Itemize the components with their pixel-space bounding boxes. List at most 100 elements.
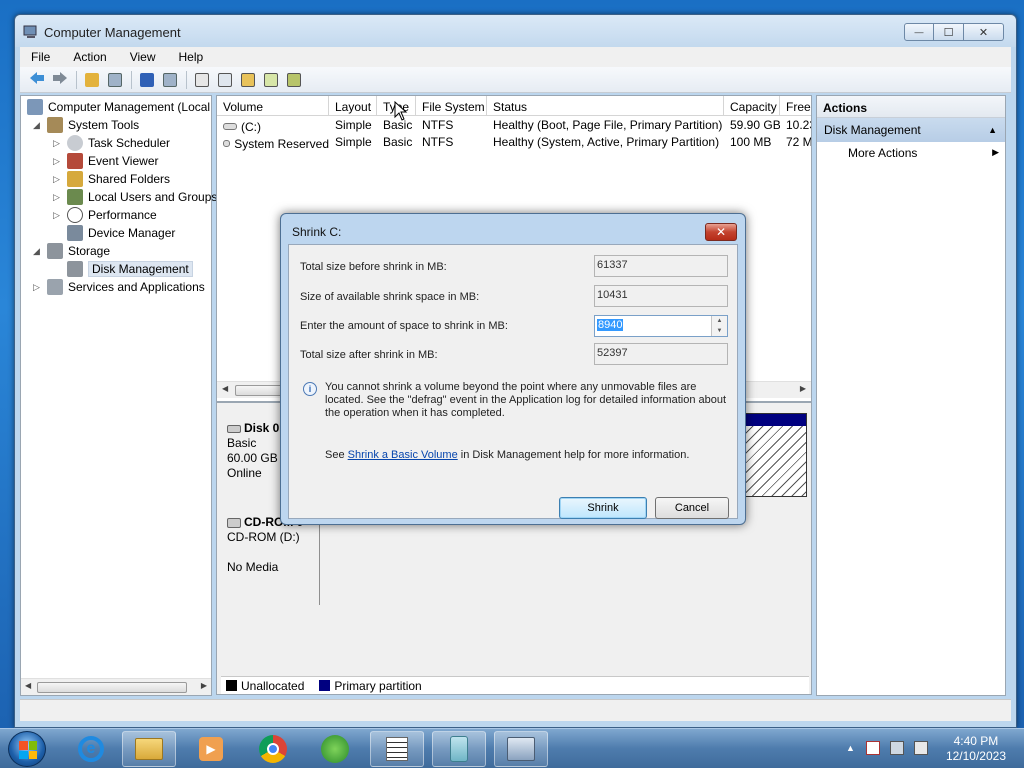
tree-local-users[interactable]: ▷ Local Users and Groups [53,188,217,206]
volume-muted-icon[interactable] [914,741,928,755]
scroll-thumb[interactable] [37,682,187,693]
help-button[interactable] [136,70,158,90]
forward-button[interactable] [49,70,71,90]
shrink-amount-value[interactable]: 8940 [597,319,624,331]
tree-root[interactable]: Computer Management (Local [27,98,210,116]
minimize-button[interactable]: — [904,23,934,41]
taskbar-chrome[interactable] [246,731,300,767]
taskbar-task-list[interactable] [370,731,424,767]
tree-label: Local Users and Groups [88,190,218,204]
tree-storage[interactable]: ◢ Storage [33,242,110,260]
title-bar: Computer Management — ☐ ✕ [15,15,1016,47]
action-pane-button[interactable] [159,70,181,90]
chrome-icon [259,735,287,763]
clock[interactable]: 4:40 PM 12/10/2023 [946,734,1006,764]
menu-file[interactable]: File [20,50,62,64]
tree-label: Computer Management (Local [48,100,211,114]
tree-shared-folders[interactable]: ▷ Shared Folders [53,170,170,188]
drive-icon [223,140,231,147]
collapse-caret-icon[interactable]: ▲ [988,125,997,135]
menu-help[interactable]: Help [168,50,216,64]
folder-up-icon [85,72,99,87]
table-row[interactable]: (C:) Simple Basic NTFS Healthy (Boot, Pa… [217,118,811,135]
properties-button[interactable] [214,70,236,90]
drive-icon [223,123,237,130]
shrink-button[interactable]: Shrink [559,497,647,519]
tree-label: Services and Applications [68,280,205,294]
back-button[interactable] [26,70,48,90]
tree-performance[interactable]: ▷ Performance [53,206,157,224]
dialog-title: Shrink C: [292,225,342,239]
refresh-icon [195,72,209,87]
cell-file-system: NTFS [422,135,454,149]
event-viewer-icon [67,153,83,169]
tree-horizontal-scrollbar[interactable]: ◀ ▶ [21,678,211,695]
taskbar-file-explorer[interactable] [122,731,176,767]
users-icon [67,189,83,205]
tree-device-manager[interactable]: Device Manager [67,224,175,242]
tree-system-tools[interactable]: ◢ System Tools [33,116,139,134]
refresh-button[interactable] [191,70,213,90]
col-volume[interactable]: Volume [217,96,329,116]
search-button[interactable] [260,70,282,90]
more-actions-item[interactable]: More Actions ▶ [817,142,1005,164]
scroll-right-icon[interactable]: ▶ [201,681,207,690]
expand-arrow-icon[interactable]: ▷ [53,156,63,167]
cell-type: Basic [383,135,413,149]
settings-button[interactable] [283,70,305,90]
taskbar-media-player[interactable]: ▶ [184,731,238,767]
taskbar-computer-management[interactable] [494,731,548,767]
collapse-arrow-icon[interactable]: ◢ [33,120,43,131]
open-button[interactable] [237,70,259,90]
dialog-close-button[interactable]: ✕ [705,223,737,241]
col-free[interactable]: Free [780,96,811,116]
taskbar-download-manager[interactable] [308,731,362,767]
label-available-shrink: Size of available shrink space in MB: [300,291,480,303]
menu-action[interactable]: Action [62,50,118,64]
help-link[interactable]: Shrink a Basic Volume [348,449,458,461]
tree-event-viewer[interactable]: ▷ Event Viewer [53,152,158,170]
expand-arrow-icon[interactable]: ▷ [53,174,63,185]
col-file-system[interactable]: File System [416,96,487,116]
show-hide-tree-button[interactable] [104,70,126,90]
close-button[interactable]: ✕ [964,23,1004,41]
partition-block[interactable] [745,413,807,497]
menu-view[interactable]: View [119,50,168,64]
tree-disk-management[interactable]: Disk Management [67,260,193,278]
maximize-button[interactable]: ☐ [934,23,964,41]
col-status[interactable]: Status [487,96,724,116]
expand-arrow-icon[interactable]: ▷ [53,192,63,203]
info-icon: i [303,382,317,396]
network-icon[interactable] [890,741,904,755]
col-capacity[interactable]: Capacity [724,96,780,116]
show-hidden-icons-icon[interactable]: ▲ [846,743,855,753]
scroll-left-icon[interactable]: ◀ [222,384,228,393]
table-row[interactable]: System Reserved Simple Basic NTFS Health… [217,135,811,152]
scroll-right-icon[interactable]: ▶ [800,384,806,393]
console-tree: Computer Management (Local ◢ System Tool… [20,95,217,696]
actions-pane: Actions Disk Management ▲ More Actions ▶ [816,95,1006,696]
cancel-button[interactable]: Cancel [655,497,729,519]
scroll-left-icon[interactable]: ◀ [25,681,31,690]
up-level-button[interactable] [81,70,103,90]
taskbar: e ▶ ▲ 4:40 PM 12/10/2023 [0,728,1024,768]
expand-arrow-icon[interactable]: ▷ [33,282,43,293]
shrink-dialog: Shrink C: ✕ Total size before shrink in … [280,213,746,525]
shrink-amount-input[interactable]: 8940 ▲ ▼ [594,315,728,337]
col-layout[interactable]: Layout [329,96,377,116]
tree-services-apps[interactable]: ▷ Services and Applications [33,278,205,296]
collapse-arrow-icon[interactable]: ◢ [33,246,43,257]
action-center-flag-icon[interactable] [866,741,880,755]
actions-section-disk-management[interactable]: Disk Management ▲ [817,118,1005,142]
tree-task-scheduler[interactable]: ▷ Task Scheduler [53,134,170,152]
submenu-arrow-icon: ▶ [992,147,999,157]
more-actions-label: More Actions [848,146,918,160]
taskbar-internet-explorer[interactable]: e [64,731,118,767]
expand-arrow-icon[interactable]: ▷ [53,138,63,149]
expand-arrow-icon[interactable]: ▷ [53,210,63,221]
spin-down-icon[interactable]: ▼ [712,326,727,336]
start-button[interactable] [8,731,46,767]
label-total-after: Total size after shrink in MB: [300,349,438,361]
spin-up-icon[interactable]: ▲ [712,316,727,326]
taskbar-tablet-app[interactable] [432,731,486,767]
